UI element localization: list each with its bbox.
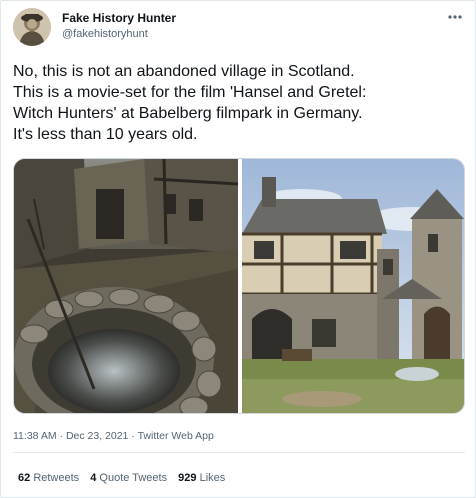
avatar[interactable] xyxy=(13,8,51,46)
photo-village-house[interactable] xyxy=(242,159,464,413)
more-dots-icon[interactable] xyxy=(445,9,465,25)
tweet-source[interactable]: Twitter Web App xyxy=(138,430,214,442)
tweet-card: Fake History Hunter @fakehistoryhunt No,… xyxy=(0,0,476,498)
meta-separator: · xyxy=(56,430,66,442)
display-name[interactable]: Fake History Hunter xyxy=(62,11,176,26)
tweet-stats: 62 Retweets 4 Quote Tweets 929 Likes xyxy=(18,471,233,485)
author-names: Fake History Hunter @fakehistoryhunt xyxy=(62,11,176,42)
quote-tweets-label: Quote Tweets xyxy=(99,472,168,484)
retweets-stat[interactable]: 62 Retweets xyxy=(18,472,79,484)
tweet-time[interactable]: 11:38 AM xyxy=(13,430,57,442)
retweets-label: Retweets xyxy=(33,472,80,484)
tweet-meta: 11:38 AM · Dec 23, 2021 · Twitter Web Ap… xyxy=(13,429,214,443)
quote-tweets-count: 4 xyxy=(90,472,97,484)
tweet-header: Fake History Hunter @fakehistoryhunt xyxy=(13,8,465,48)
likes-stat[interactable]: 929 Likes xyxy=(178,472,225,484)
likes-label: Likes xyxy=(199,472,226,484)
quote-tweets-stat[interactable]: 4 Quote Tweets xyxy=(90,472,167,484)
photo-well-courtyard[interactable] xyxy=(14,159,239,413)
handle[interactable]: @fakehistoryhunt xyxy=(62,27,176,42)
divider xyxy=(13,452,465,453)
meta-separator: · xyxy=(128,430,138,442)
tweet-media xyxy=(13,158,465,414)
avatar-portrait-icon xyxy=(13,8,51,46)
likes-count: 929 xyxy=(178,472,197,484)
tweet-date[interactable]: Dec 23, 2021 xyxy=(66,430,128,442)
retweets-count: 62 xyxy=(18,472,31,484)
tweet-text: No, this is not an abandoned village in … xyxy=(13,63,367,143)
